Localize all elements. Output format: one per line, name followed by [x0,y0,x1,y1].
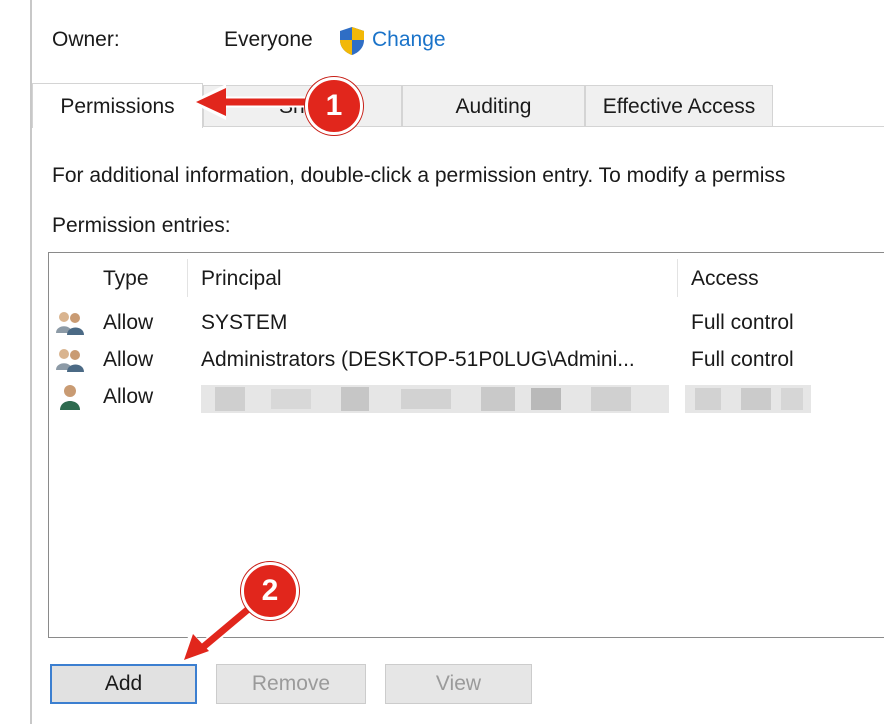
view-button[interactable]: View [385,664,532,704]
cell-type: Allow [103,385,154,408]
cell-access: Full control [691,311,794,334]
column-header-principal[interactable]: Principal [201,267,282,291]
user-icon [60,385,80,410]
owner-value: Everyone [224,28,313,51]
column-header-access[interactable]: Access [691,267,759,291]
column-header-type[interactable]: Type [103,267,149,291]
permission-entries-label: Permission entries: [52,214,231,237]
user-group-icon [56,312,84,335]
info-text: For additional information, double-click… [52,164,786,187]
column-separator [187,259,188,297]
add-button[interactable]: Add [50,664,197,704]
permission-entries-list[interactable]: Type Principal Access Allow SYSTEM Full … [48,252,884,638]
uac-shield-icon [340,27,364,55]
tab-share[interactable]: Sh [203,85,402,126]
cell-access: Full control [691,348,794,371]
change-owner-link[interactable]: Change [372,28,446,52]
annotation-badge-1: 1 [305,77,363,135]
remove-button[interactable]: Remove [216,664,366,704]
redacted-principal [201,385,669,413]
cell-type: Allow [103,311,154,334]
tab-permissions[interactable]: Permissions [32,83,203,128]
table-row[interactable]: Allow SYSTEM Full control [49,305,884,342]
tab-auditing[interactable]: Auditing [402,85,585,126]
table-row[interactable]: Allow Administrators (DESKTOP-51P0LUG\Ad… [49,342,884,379]
tab-effective-access[interactable]: Effective Access [585,85,773,126]
column-separator [677,259,678,297]
annotation-badge-2: 2 [241,562,299,620]
cell-principal: Administrators (DESKTOP-51P0LUG\Admini..… [201,348,635,371]
owner-label: Owner: [52,28,120,51]
cell-principal: SYSTEM [201,311,288,334]
redacted-access [685,385,811,413]
table-row[interactable]: Allow [49,379,884,416]
cell-type: Allow [103,348,154,371]
user-group-icon [56,349,84,372]
